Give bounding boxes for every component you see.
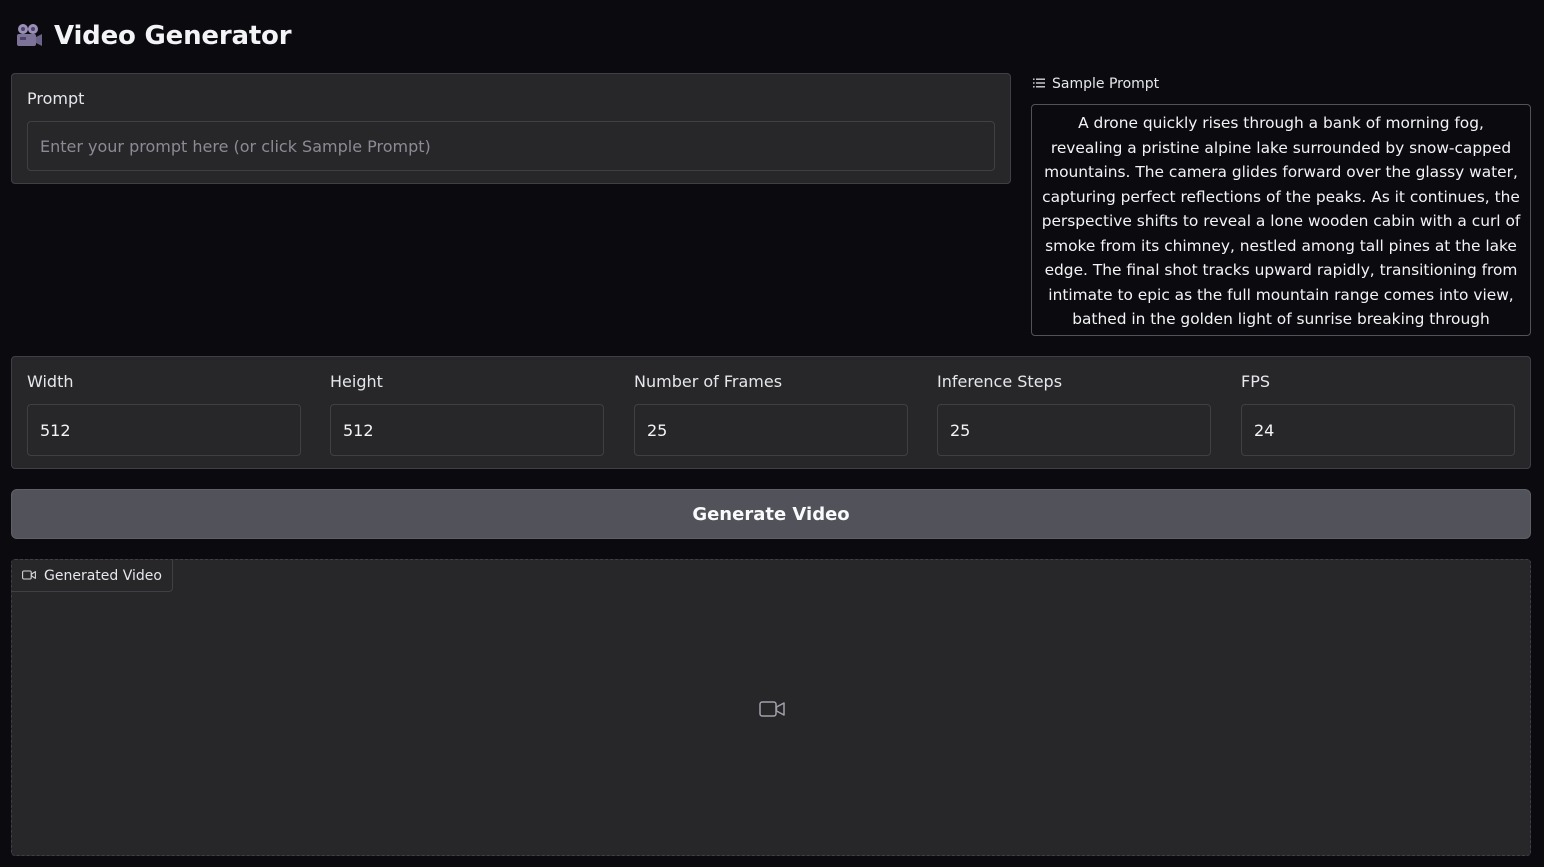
- prompt-input[interactable]: [27, 121, 995, 171]
- height-label: Height: [330, 372, 383, 391]
- page-header: Video Generator: [14, 16, 292, 56]
- width-label: Width: [27, 372, 74, 391]
- fps-input[interactable]: [1241, 404, 1515, 456]
- frames-setting: Number of Frames: [634, 357, 908, 468]
- frames-label: Number of Frames: [634, 372, 783, 391]
- video-camera-icon: [22, 568, 36, 584]
- steps-label: Inference Steps: [937, 372, 1063, 391]
- steps-input[interactable]: [937, 404, 1211, 456]
- list-icon: [1033, 76, 1045, 92]
- settings-panel: Width Height Number of Frames Inference …: [11, 356, 1531, 469]
- movie-camera-icon: [14, 21, 44, 51]
- sample-prompt-text[interactable]: A drone quickly rises through a bank of …: [1031, 104, 1531, 336]
- sample-prompt-label: Sample Prompt: [1052, 76, 1160, 92]
- width-setting: Width: [27, 357, 301, 468]
- video-placeholder-icon: [758, 698, 786, 720]
- height-input[interactable]: [330, 404, 604, 456]
- steps-setting: Inference Steps: [937, 357, 1211, 468]
- prompt-panel: Prompt: [11, 73, 1011, 184]
- sample-prompt-header: Sample Prompt: [1033, 75, 1159, 93]
- prompt-label: Prompt: [27, 89, 85, 108]
- height-setting: Height: [330, 357, 604, 468]
- app-root: Video Generator Prompt Sample Prompt A d…: [0, 0, 1544, 867]
- generate-video-button[interactable]: Generate Video: [11, 489, 1531, 539]
- fps-setting: FPS: [1241, 357, 1515, 468]
- fps-label: FPS: [1241, 372, 1271, 391]
- page-title: Video Generator: [54, 21, 292, 51]
- width-input[interactable]: [27, 404, 301, 456]
- frames-input[interactable]: [634, 404, 908, 456]
- generated-video-tag: Generated Video: [12, 560, 173, 592]
- generated-video-label: Generated Video: [44, 567, 162, 584]
- generated-video-panel: Generated Video: [11, 559, 1531, 856]
